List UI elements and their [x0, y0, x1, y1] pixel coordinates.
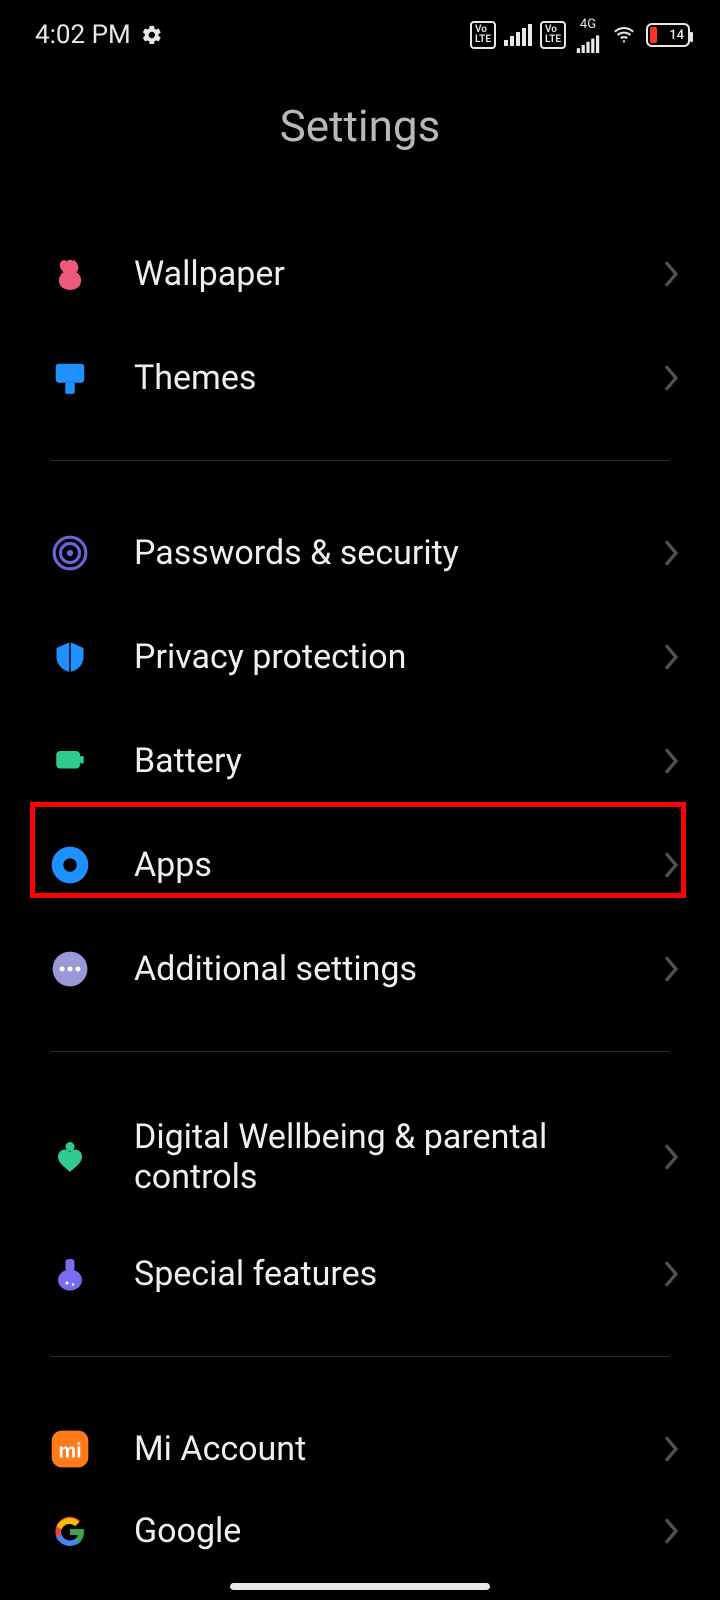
volte-icon: Vo LTE — [470, 21, 496, 49]
settings-item-wallpaper[interactable]: Wallpaper — [0, 222, 720, 326]
network-type-label: 4G — [580, 18, 596, 31]
settings-item-digital-wellbeing[interactable]: Digital Wellbeing & parental controls — [0, 1092, 720, 1222]
fingerprint-icon — [50, 533, 90, 573]
settings-item-label: Passwords & security — [134, 533, 662, 573]
settings-item-label: Google — [134, 1511, 662, 1551]
chevron-right-icon — [662, 642, 680, 672]
wifi-icon — [610, 24, 638, 46]
themes-icon — [50, 358, 90, 398]
battery-icon: 14 — [646, 23, 690, 47]
svg-text:mi: mi — [58, 1440, 81, 1462]
divider — [50, 460, 670, 461]
divider — [50, 1051, 670, 1052]
settings-item-label: Battery — [134, 741, 662, 781]
wallpaper-icon — [50, 254, 90, 294]
settings-item-special-features[interactable]: Special features — [0, 1222, 720, 1326]
divider — [50, 1356, 670, 1357]
settings-item-battery[interactable]: Battery — [0, 709, 720, 813]
settings-item-additional-settings[interactable]: Additional settings — [0, 917, 720, 1021]
status-time: 4:02 PM — [35, 20, 131, 50]
settings-item-themes[interactable]: Themes — [0, 326, 720, 430]
settings-item-privacy-protection[interactable]: Privacy protection — [0, 605, 720, 709]
chevron-right-icon — [662, 954, 680, 984]
shield-icon — [50, 637, 90, 677]
google-logo-icon — [50, 1511, 90, 1551]
settings-item-apps[interactable]: Apps — [0, 813, 720, 917]
chevron-right-icon — [662, 1516, 680, 1546]
settings-item-label: Special features — [134, 1254, 662, 1294]
settings-item-label: Themes — [134, 358, 662, 398]
settings-list: Wallpaper Themes Passwords & security Pr… — [0, 222, 720, 1561]
flask-icon — [50, 1254, 90, 1294]
settings-item-label: Additional settings — [134, 949, 662, 989]
settings-item-label: Digital Wellbeing & parental controls — [134, 1117, 662, 1197]
settings-indicator-icon — [141, 24, 163, 46]
settings-item-google[interactable]: Google — [0, 1501, 720, 1561]
chevron-right-icon — [662, 538, 680, 568]
battery-percentage: 14 — [669, 28, 684, 43]
chevron-right-icon — [662, 363, 680, 393]
chevron-right-icon — [662, 1142, 680, 1172]
status-bar: 4:02 PM Vo LTE Vo LTE 4G 14 — [0, 0, 720, 70]
home-indicator[interactable] — [230, 1583, 490, 1590]
settings-item-label: Mi Account — [134, 1429, 662, 1469]
battery-icon — [50, 741, 90, 781]
settings-item-label: Wallpaper — [134, 254, 662, 294]
signal-icon — [504, 24, 532, 46]
signal-icon-2 — [577, 35, 599, 53]
page-title: Settings — [0, 100, 720, 152]
chevron-right-icon — [662, 259, 680, 289]
chevron-right-icon — [662, 746, 680, 776]
chevron-right-icon — [662, 1259, 680, 1289]
chevron-right-icon — [662, 1434, 680, 1464]
mi-logo-icon: mi — [50, 1429, 90, 1469]
volte-icon-2: Vo LTE — [540, 21, 566, 49]
chevron-right-icon — [662, 850, 680, 880]
settings-item-passwords-security[interactable]: Passwords & security — [0, 501, 720, 605]
apps-gear-icon — [50, 845, 90, 885]
settings-item-label: Privacy protection — [134, 637, 662, 677]
status-left: 4:02 PM — [35, 20, 163, 50]
settings-item-mi-account[interactable]: mi Mi Account — [0, 1397, 720, 1501]
wellbeing-icon — [50, 1137, 90, 1177]
status-right: Vo LTE Vo LTE 4G 14 — [470, 18, 690, 53]
settings-item-label: Apps — [134, 845, 662, 885]
more-icon — [50, 949, 90, 989]
